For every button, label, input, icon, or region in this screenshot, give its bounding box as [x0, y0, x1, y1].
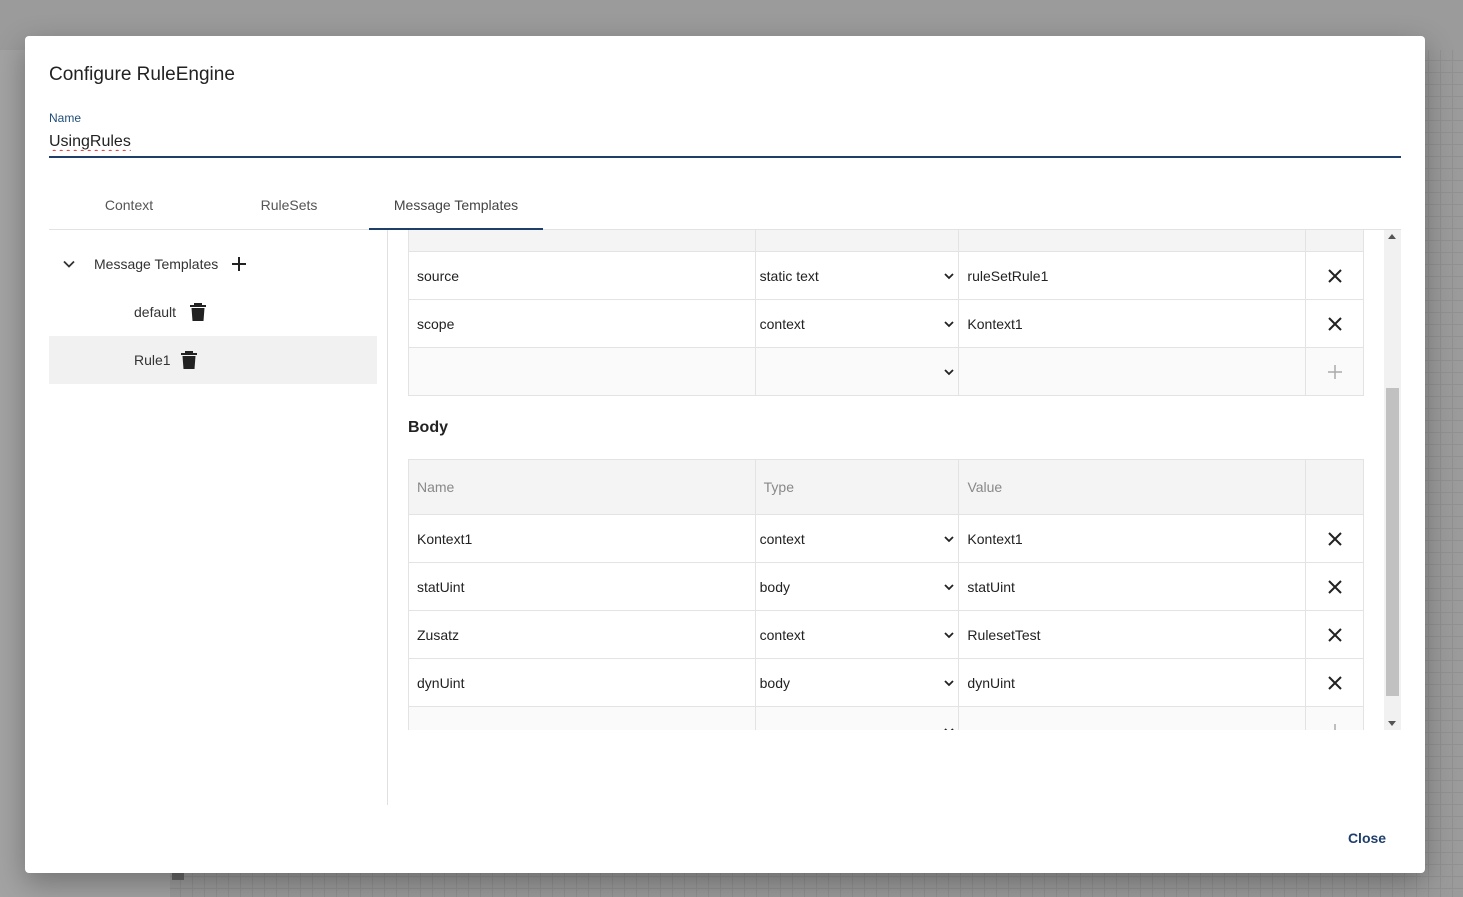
column-header-name: Name [409, 460, 756, 514]
body-table-header: Name Type Value [408, 459, 1364, 515]
row-name[interactable]: Kontext1 [409, 515, 756, 562]
type-value: context [759, 626, 805, 643]
tab-message-templates[interactable]: Message Templates [369, 186, 543, 230]
chevron-down-icon[interactable] [61, 256, 77, 272]
new-row-value[interactable] [959, 707, 1307, 730]
tree-item-default[interactable]: default [49, 288, 377, 336]
row-name[interactable]: dynUint [409, 659, 756, 706]
row-name[interactable]: scope [409, 300, 756, 347]
add-template-plus-icon[interactable] [229, 254, 249, 274]
add-row-plus-icon[interactable] [1327, 723, 1343, 731]
table-row: Kontext1 context Kontext1 [408, 515, 1364, 563]
new-row-name[interactable] [409, 348, 756, 395]
scroll-down-arrow-icon[interactable] [1388, 721, 1396, 726]
close-icon[interactable] [1327, 675, 1343, 691]
chevron-down-icon [944, 679, 955, 686]
row-value[interactable]: Kontext1 [959, 515, 1307, 562]
close-icon[interactable] [1327, 531, 1343, 547]
trash-icon[interactable] [180, 350, 198, 370]
table-row: Zusatz context RulesetTest [408, 611, 1364, 659]
chevron-down-icon [944, 272, 955, 279]
close-icon[interactable] [1327, 579, 1343, 595]
row-value[interactable]: Kontext1 [959, 300, 1307, 347]
tab-context[interactable]: Context [49, 186, 209, 230]
tab-rulesets[interactable]: RuleSets [209, 186, 369, 230]
row-name[interactable]: Zusatz [409, 611, 756, 658]
table-row: dynUint body dynUint [408, 659, 1364, 707]
row-value[interactable]: RulesetTest [959, 611, 1307, 658]
name-input[interactable] [49, 128, 1401, 158]
scroll-up-arrow-icon[interactable] [1388, 234, 1396, 239]
editor-scrollbar[interactable] [1384, 230, 1401, 730]
name-field-label: Name [49, 111, 82, 125]
template-editor: source static text ruleSetRule1 scope co… [408, 230, 1401, 730]
type-value: context [759, 530, 805, 547]
type-select[interactable] [756, 348, 960, 395]
trash-icon[interactable] [189, 302, 207, 322]
tree-root-message-templates[interactable]: Message Templates [49, 240, 377, 288]
column-header-value: Value [959, 460, 1307, 514]
row-value[interactable]: statUint [959, 563, 1307, 610]
template-tree: Message Templates default Rule1 [49, 230, 388, 805]
chevron-down-icon [944, 727, 955, 730]
tree-item-rule1[interactable]: Rule1 [49, 336, 377, 384]
type-select[interactable]: static text [756, 252, 960, 299]
chevron-down-icon [944, 535, 955, 542]
scroll-thumb[interactable] [1386, 388, 1399, 696]
row-name[interactable]: source [409, 252, 756, 299]
new-row [408, 707, 1364, 730]
row-value[interactable]: ruleSetRule1 [959, 252, 1307, 299]
table-row: scope context Kontext1 [408, 300, 1364, 348]
type-select[interactable] [756, 707, 960, 730]
add-row-plus-icon[interactable] [1327, 364, 1343, 380]
header-table-header [408, 230, 1364, 252]
chevron-down-icon [944, 631, 955, 638]
background-handle [172, 872, 184, 880]
chevron-down-icon [944, 368, 955, 375]
type-select[interactable]: body [756, 659, 960, 706]
type-select[interactable]: body [756, 563, 960, 610]
column-header-type: Type [756, 460, 960, 514]
row-value[interactable]: dynUint [959, 659, 1307, 706]
type-select[interactable]: context [756, 611, 960, 658]
close-icon[interactable] [1327, 268, 1343, 284]
new-row-name[interactable] [409, 707, 756, 730]
type-select[interactable]: context [756, 515, 960, 562]
type-value: body [759, 578, 790, 595]
new-row-value[interactable] [959, 348, 1307, 395]
type-value: static text [759, 267, 819, 284]
type-select[interactable]: context [756, 300, 960, 347]
type-value: context [759, 315, 805, 332]
chevron-down-icon [944, 320, 955, 327]
body-section-heading: Body [408, 419, 448, 436]
type-value: body [759, 674, 790, 691]
close-icon[interactable] [1327, 316, 1343, 332]
table-row: source static text ruleSetRule1 [408, 252, 1364, 300]
tree-item-label: default [134, 304, 177, 320]
tab-bar: Context RuleSets Message Templates [49, 186, 1401, 230]
tree-item-label: Rule1 [134, 352, 171, 368]
tree-root-label: Message Templates [94, 256, 219, 272]
table-row: statUint body statUint [408, 563, 1364, 611]
chevron-down-icon [944, 583, 955, 590]
row-name[interactable]: statUint [409, 563, 756, 610]
close-icon[interactable] [1327, 627, 1343, 643]
new-row [408, 348, 1364, 396]
dialog-title: Configure RuleEngine [49, 64, 235, 85]
close-button[interactable]: Close [1335, 824, 1399, 852]
configure-dialog: Configure RuleEngine Name Context RuleSe… [25, 36, 1425, 873]
